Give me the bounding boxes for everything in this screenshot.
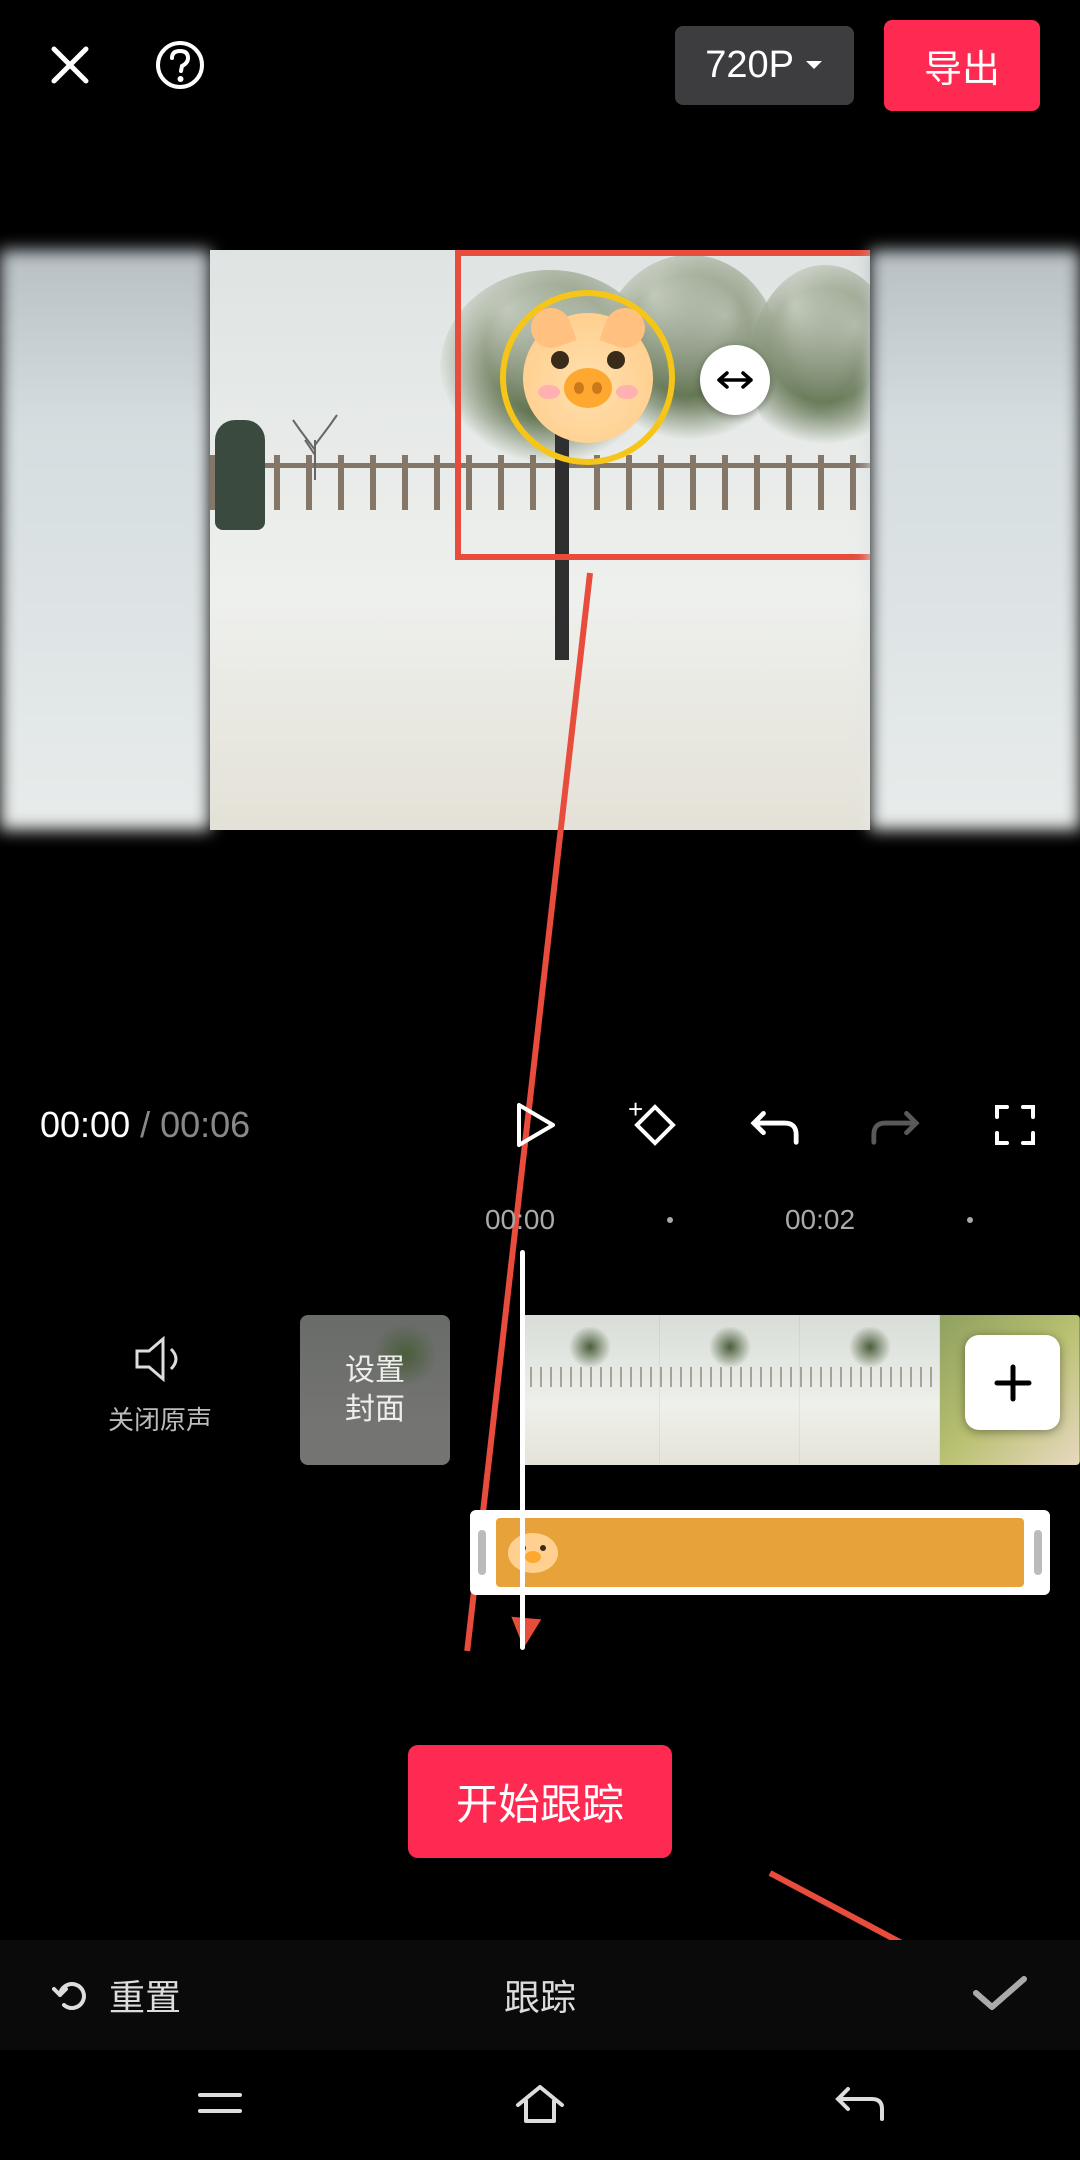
header-bar: 720P 导出 xyxy=(0,0,1080,130)
redo-button[interactable] xyxy=(870,1100,920,1150)
duration-time: 00:06 xyxy=(160,1104,250,1145)
set-cover-button[interactable]: 设置 封面 xyxy=(300,1315,450,1465)
pig-thumbnail xyxy=(508,1533,558,1573)
help-icon[interactable] xyxy=(150,35,210,95)
annotation-arrowhead-1 xyxy=(509,1617,542,1650)
timeline-area: 关闭原声 设置 封面 xyxy=(0,1320,1080,1540)
panel-title: 跟踪 xyxy=(504,1969,576,2021)
system-navbar xyxy=(0,2050,1080,2160)
fullscreen-button[interactable] xyxy=(990,1100,1040,1150)
panel-action-bar: 重置 跟踪 xyxy=(0,1940,1080,2050)
play-button[interactable] xyxy=(510,1100,560,1150)
chevron-down-icon xyxy=(804,59,824,71)
clip-frame[interactable] xyxy=(520,1315,660,1465)
track-handle-left[interactable] xyxy=(478,1530,486,1575)
confirm-button[interactable] xyxy=(970,1971,1030,2020)
playback-bar: 00:00 / 00:06 + xyxy=(0,1085,1080,1165)
add-clip-button[interactable] xyxy=(965,1335,1060,1430)
nav-home-icon[interactable] xyxy=(512,2079,568,2132)
speaker-icon xyxy=(133,1335,187,1383)
mute-original-audio[interactable]: 关闭原声 xyxy=(95,1335,225,1437)
person-figure xyxy=(215,420,265,530)
preview-canvas[interactable] xyxy=(210,250,870,830)
clip-frame[interactable] xyxy=(660,1315,800,1465)
resize-handle[interactable] xyxy=(700,345,770,415)
sticker-clip[interactable] xyxy=(496,1518,1024,1587)
export-button[interactable]: 导出 xyxy=(884,20,1040,111)
keyframe-button[interactable]: + xyxy=(630,1100,680,1150)
nav-back-icon[interactable] xyxy=(832,2081,888,2130)
track-handle-right[interactable] xyxy=(1034,1530,1042,1575)
ruler-dot xyxy=(967,1217,973,1223)
playhead[interactable] xyxy=(520,1250,525,1650)
preview-blur-left xyxy=(0,250,210,830)
reset-label: 重置 xyxy=(109,1969,181,2021)
plus-icon xyxy=(991,1361,1035,1405)
timeline-ruler[interactable]: 00:00 00:02 xyxy=(0,1200,1080,1240)
pig-sticker[interactable] xyxy=(523,313,653,443)
ruler-mark-1: 00:02 xyxy=(785,1204,855,1236)
ruler-dot xyxy=(667,1217,673,1223)
mute-label: 关闭原声 xyxy=(95,1400,225,1437)
clip-frame[interactable] xyxy=(800,1315,940,1465)
resolution-selector[interactable]: 720P xyxy=(675,26,854,105)
start-tracking-button[interactable]: 开始跟踪 xyxy=(408,1745,672,1858)
time-display: 00:00 / 00:06 xyxy=(40,1104,250,1146)
sticker-track[interactable] xyxy=(470,1510,1050,1595)
reset-icon xyxy=(50,1973,94,2017)
nav-menu-icon[interactable] xyxy=(192,2083,248,2128)
resolution-value: 720P xyxy=(705,44,794,87)
reset-button[interactable]: 重置 xyxy=(50,1969,181,2021)
video-preview[interactable] xyxy=(0,250,1080,830)
undo-button[interactable] xyxy=(750,1100,800,1150)
resize-arrows-icon xyxy=(715,368,755,392)
sticker-selection-ring[interactable] xyxy=(500,290,675,465)
current-time: 00:00 xyxy=(40,1104,130,1145)
ruler-mark-0: 00:00 xyxy=(485,1204,555,1236)
close-icon[interactable] xyxy=(40,35,100,95)
preview-blur-right xyxy=(870,250,1080,830)
check-icon xyxy=(970,1971,1030,2015)
